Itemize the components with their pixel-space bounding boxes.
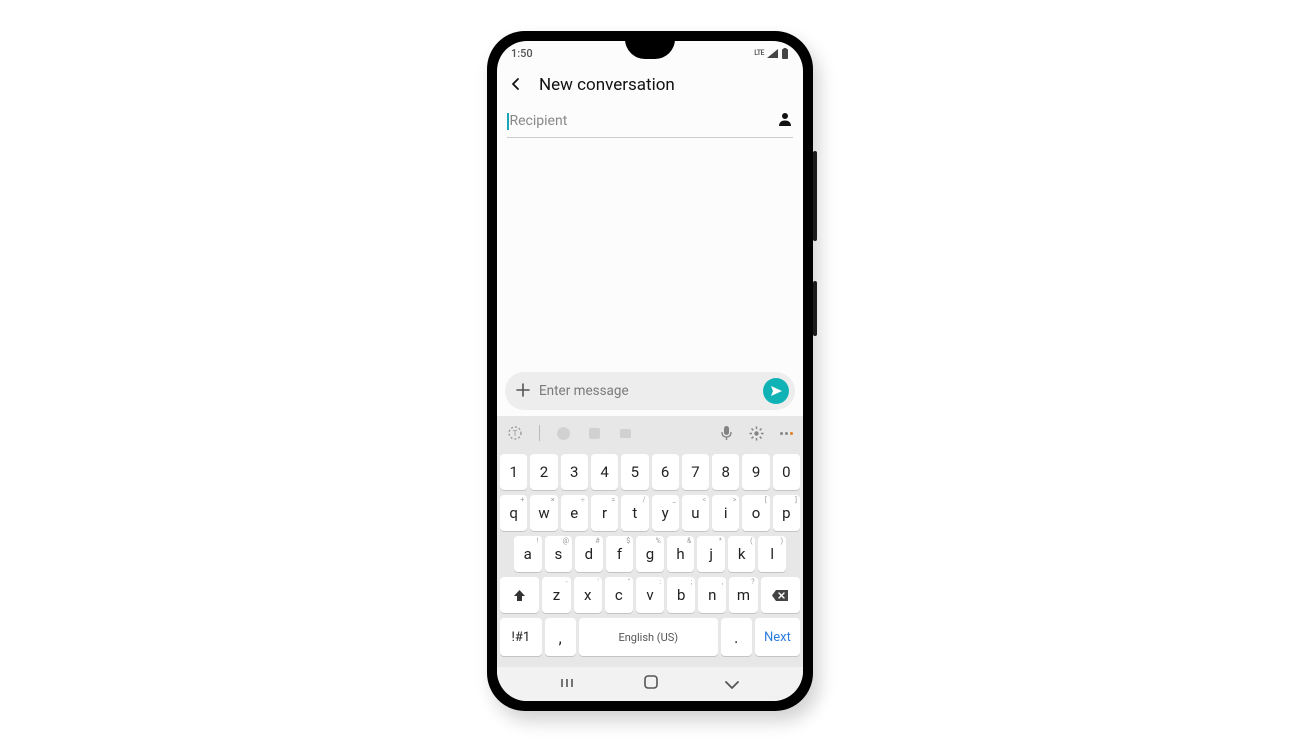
key-z[interactable]: -z: [542, 577, 570, 613]
key-f[interactable]: $f: [606, 536, 634, 572]
key-y[interactable]: _y: [652, 495, 679, 531]
key-symbols[interactable]: !#1: [500, 618, 542, 656]
key-4[interactable]: 4: [591, 454, 618, 490]
recipient-input[interactable]: Recipient: [510, 109, 778, 133]
text-predict-icon[interactable]: T: [507, 425, 523, 441]
message-input[interactable]: Enter message: [539, 383, 755, 399]
key-j[interactable]: *j: [697, 536, 725, 572]
app-header: New conversation: [497, 65, 803, 103]
more-icon[interactable]: [780, 432, 793, 435]
contact-icon: [777, 111, 793, 127]
plus-icon: [515, 382, 531, 398]
key-q[interactable]: +q: [500, 495, 527, 531]
nav-recents[interactable]: [560, 675, 578, 694]
chevron-down-icon: [724, 680, 740, 690]
attach-button[interactable]: [515, 381, 531, 401]
key-comma[interactable]: ,: [545, 618, 576, 656]
lte-icon: LTE: [754, 49, 764, 57]
key-k[interactable]: (k: [728, 536, 756, 572]
key-5[interactable]: 5: [621, 454, 648, 490]
keyboard: 1 2 3 4 5 6 7 8 9 0 +q ×w ÷e =r /t _y <u…: [497, 450, 803, 667]
qwerty-row-2: !a @s #d $f %g &h *j (k )l: [500, 536, 800, 572]
recents-icon: [560, 676, 578, 690]
mic-icon[interactable]: [720, 425, 733, 441]
key-backspace[interactable]: [761, 577, 800, 613]
key-3[interactable]: 3: [561, 454, 588, 490]
key-e[interactable]: ÷e: [561, 495, 588, 531]
key-c[interactable]: "c: [605, 577, 633, 613]
key-next[interactable]: Next: [755, 618, 800, 656]
nav-back[interactable]: [724, 675, 740, 694]
send-icon: [769, 384, 783, 398]
key-h[interactable]: &h: [667, 536, 695, 572]
key-x[interactable]: 'x: [574, 577, 602, 613]
backspace-icon: [771, 589, 789, 602]
key-period[interactable]: .: [721, 618, 752, 656]
key-a[interactable]: !a: [514, 536, 542, 572]
keyboard-toolbar: T: [497, 416, 803, 450]
key-g[interactable]: %g: [636, 536, 664, 572]
qwerty-row-3: -z 'x "c :v ;b ,n ?m: [500, 577, 800, 613]
volume-button[interactable]: [813, 151, 817, 241]
key-1[interactable]: 1: [500, 454, 527, 490]
key-d[interactable]: #d: [575, 536, 603, 572]
shift-icon: [512, 588, 527, 603]
qwerty-row-1: +q ×w ÷e =r /t _y <u >i [o ]p: [500, 495, 800, 531]
nav-home[interactable]: [643, 674, 659, 694]
home-icon: [643, 674, 659, 690]
key-p[interactable]: ]p: [773, 495, 800, 531]
key-b[interactable]: ;b: [667, 577, 695, 613]
number-row: 1 2 3 4 5 6 7 8 9 0: [500, 454, 800, 490]
key-v[interactable]: :v: [636, 577, 664, 613]
navigation-bar: [497, 667, 803, 701]
key-2[interactable]: 2: [530, 454, 557, 490]
power-button[interactable]: [813, 281, 817, 336]
screen: 1:50 LTE New conversation Recipient: [497, 41, 803, 701]
key-9[interactable]: 9: [742, 454, 769, 490]
key-n[interactable]: ,n: [698, 577, 726, 613]
svg-text:T: T: [513, 429, 518, 438]
toolbar-divider: [539, 425, 540, 441]
key-r[interactable]: =r: [591, 495, 618, 531]
settings-icon[interactable]: [749, 426, 764, 441]
contacts-button[interactable]: [777, 111, 793, 131]
recipient-row: Recipient: [507, 109, 793, 138]
page-title: New conversation: [539, 75, 675, 95]
key-6[interactable]: 6: [652, 454, 679, 490]
send-button[interactable]: [763, 378, 789, 404]
signal-icon: [767, 49, 778, 58]
text-cursor: [507, 113, 509, 130]
key-t[interactable]: /t: [621, 495, 648, 531]
clock-label: 1:50: [511, 47, 533, 60]
key-w[interactable]: ×w: [530, 495, 557, 531]
conversation-body: [497, 138, 803, 372]
sticker-icon[interactable]: [587, 426, 602, 441]
key-s[interactable]: @s: [545, 536, 573, 572]
bottom-row: !#1 , English (US) . Next: [500, 618, 800, 656]
key-space[interactable]: English (US): [579, 618, 718, 656]
key-0[interactable]: 0: [773, 454, 800, 490]
key-l[interactable]: )l: [758, 536, 786, 572]
key-8[interactable]: 8: [712, 454, 739, 490]
emoji-icon[interactable]: [556, 426, 571, 441]
key-7[interactable]: 7: [682, 454, 709, 490]
key-m[interactable]: ?m: [729, 577, 757, 613]
chevron-left-icon: [509, 77, 523, 91]
battery-icon: [781, 48, 789, 59]
key-o[interactable]: [o: [742, 495, 769, 531]
gif-icon[interactable]: [618, 426, 633, 441]
compose-bar: Enter message: [505, 372, 795, 410]
key-i[interactable]: >i: [712, 495, 739, 531]
key-shift[interactable]: [500, 577, 539, 613]
back-button[interactable]: [505, 76, 527, 95]
phone-frame: 1:50 LTE New conversation Recipient: [487, 31, 813, 711]
key-u[interactable]: <u: [682, 495, 709, 531]
